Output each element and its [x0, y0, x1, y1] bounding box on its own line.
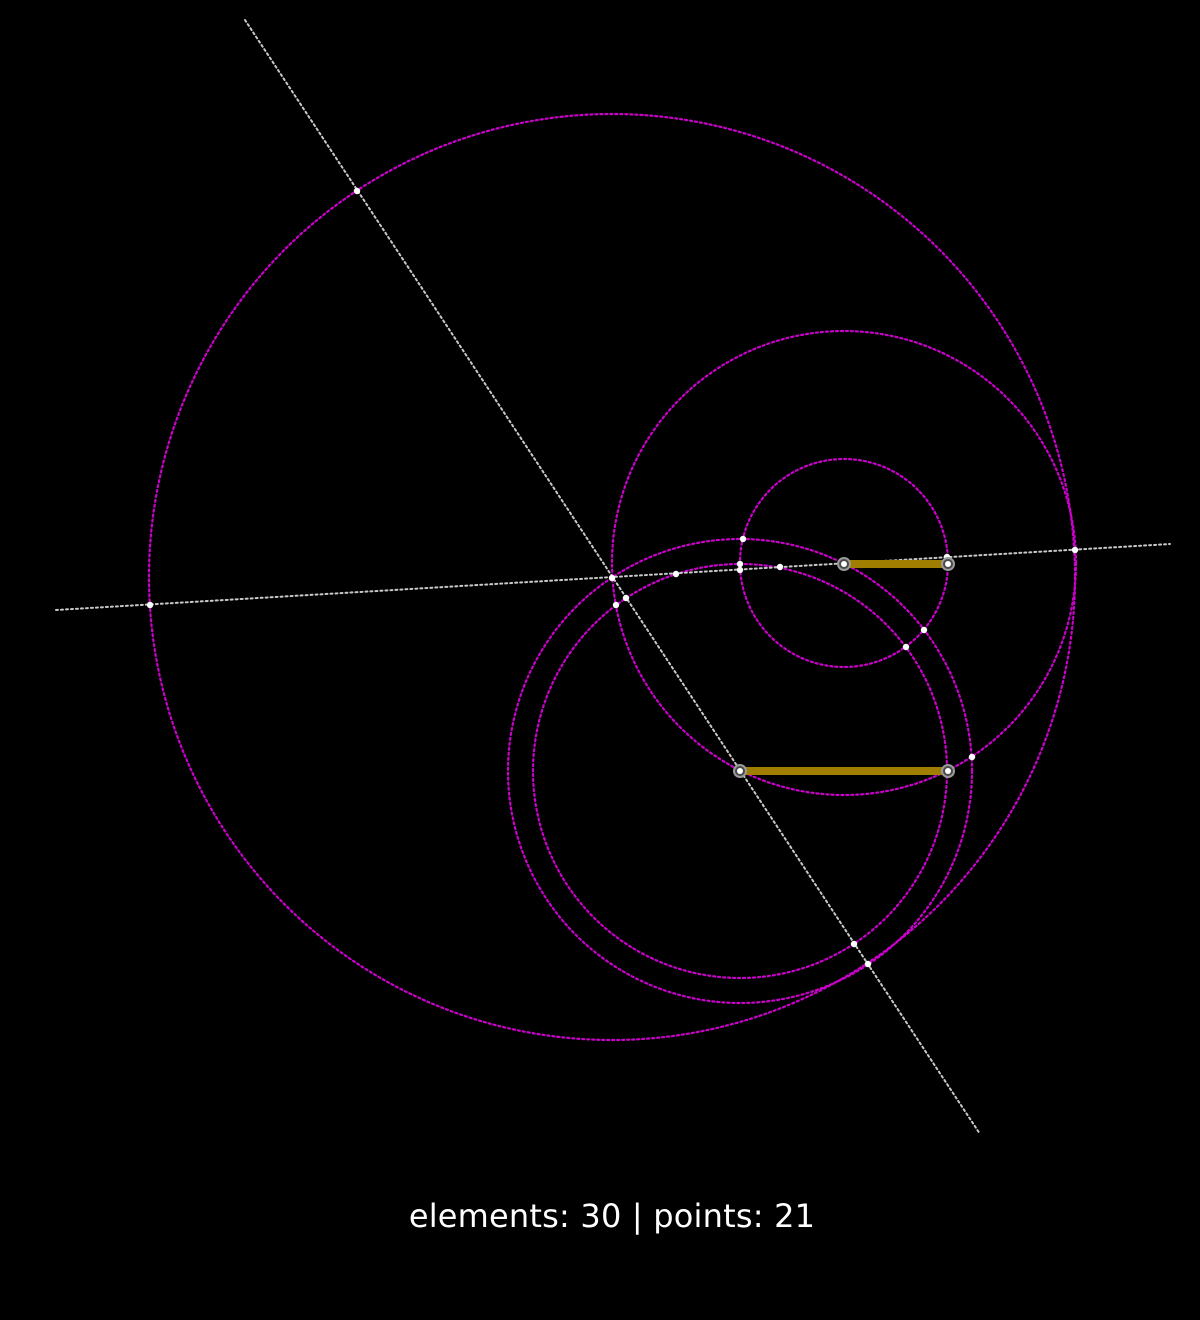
points-layer	[146, 187, 1079, 968]
construction-point-2	[146, 601, 154, 609]
construction-point-4	[622, 594, 630, 602]
construction-point-8	[736, 560, 744, 568]
construction-point-16	[850, 940, 858, 948]
free-point-dot	[737, 768, 743, 774]
free-point-dot	[841, 561, 847, 567]
free-point-dot	[945, 768, 951, 774]
free-point-dot	[945, 561, 951, 567]
construction-point-13	[920, 626, 928, 634]
construction-point-3	[608, 574, 616, 582]
construction-point-1	[353, 187, 361, 195]
construction-point-14	[902, 643, 910, 651]
construction-point-7	[739, 535, 747, 543]
geometry-canvas[interactable]	[0, 0, 1200, 1320]
free-point-handle-3[interactable]	[733, 764, 747, 778]
construction-point-5	[612, 601, 620, 609]
segments-layer	[740, 560, 948, 775]
free-point-handle-2[interactable]	[941, 557, 955, 571]
construction-point-10	[776, 563, 784, 571]
construction-point-9	[736, 566, 744, 574]
free-point-handle-1[interactable]	[837, 557, 851, 571]
status-text: elements: 30 | points: 21	[408, 1197, 816, 1235]
free-point-handle-4[interactable]	[941, 764, 955, 778]
construction-point-15	[968, 753, 976, 761]
construction-point-6	[672, 570, 680, 578]
construction-point-12	[1071, 546, 1079, 554]
construction-point-17	[864, 960, 872, 968]
handles-layer	[733, 557, 955, 778]
